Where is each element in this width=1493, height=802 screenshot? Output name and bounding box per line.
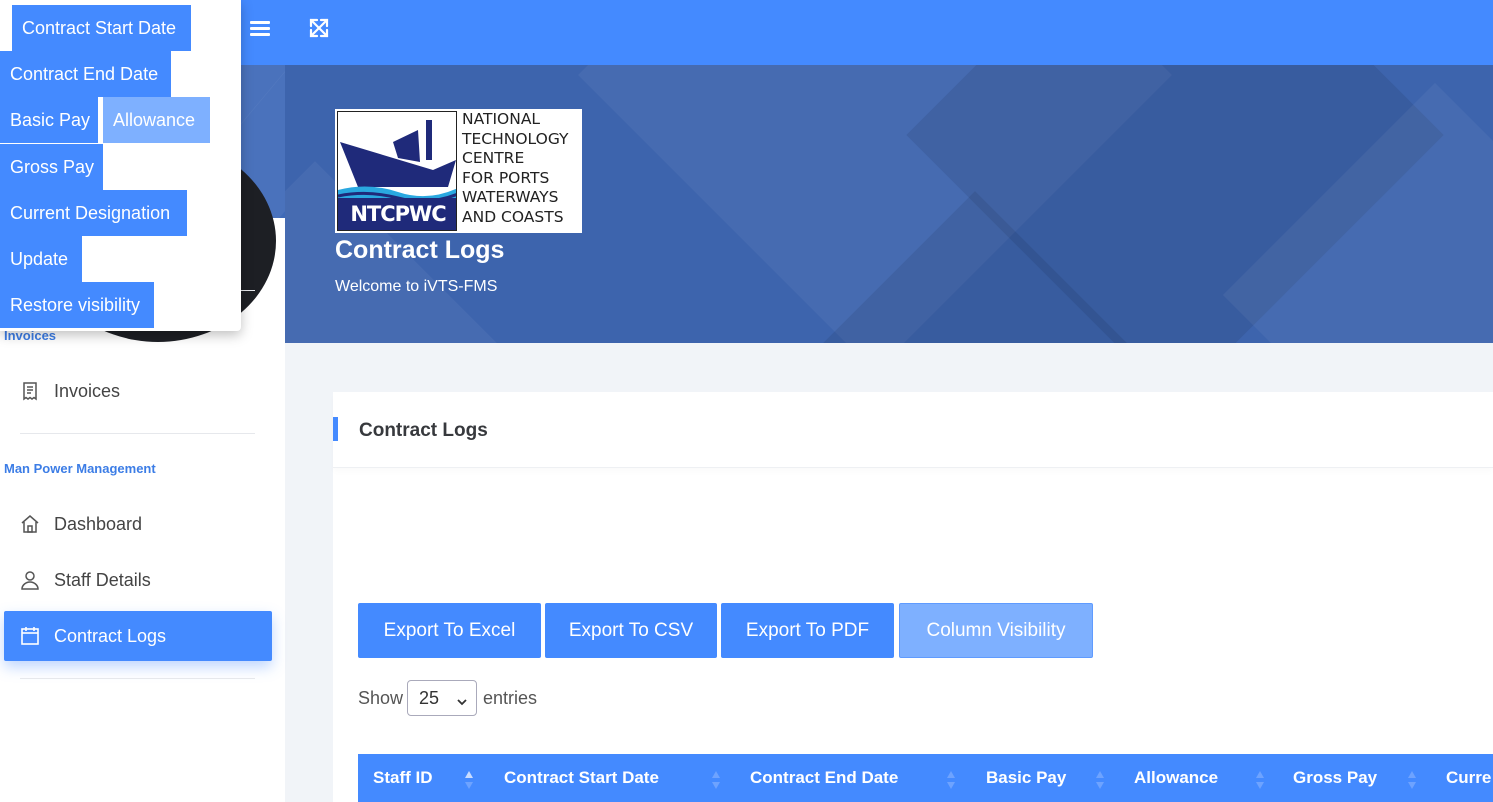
column-header-staff-id[interactable]: Staff ID xyxy=(373,754,433,802)
toggle-update[interactable]: Update xyxy=(0,236,82,282)
column-header-contract-start-date[interactable]: Contract Start Date xyxy=(504,754,659,802)
column-header-current-designation[interactable]: Curre xyxy=(1446,754,1491,802)
export-csv-button[interactable]: Export To CSV xyxy=(545,603,717,658)
sidebar-item-label: Staff Details xyxy=(54,569,151,590)
page-title: Contract Logs xyxy=(335,236,505,264)
entries-value: 25 xyxy=(419,687,440,708)
sort-icon[interactable] xyxy=(1256,770,1264,790)
entries-label: entries xyxy=(483,687,538,708)
calendar-icon xyxy=(20,626,40,646)
sidebar-item-invoices[interactable]: Invoices xyxy=(4,366,272,416)
sort-icon[interactable] xyxy=(947,770,955,790)
card-header: Contract Logs xyxy=(333,392,1493,468)
column-header-gross-pay[interactable]: Gross Pay xyxy=(1293,754,1377,802)
sidebar-item-contract-logs[interactable]: Contract Logs xyxy=(4,611,272,661)
sort-icon[interactable] xyxy=(712,770,720,790)
toggle-current-designation[interactable]: Current Designation xyxy=(0,190,187,236)
chevron-down-icon xyxy=(456,692,468,706)
toggle-contract-start-date[interactable]: Contract Start Date xyxy=(12,5,191,51)
home-icon xyxy=(20,514,40,534)
user-icon xyxy=(20,570,40,590)
sidebar-divider xyxy=(20,678,255,679)
contract-logs-card: Contract Logs Export To Excel Export To … xyxy=(333,392,1493,802)
toggle-basic-pay[interactable]: Basic Pay xyxy=(0,97,98,143)
column-visibility-button[interactable]: Column Visibility xyxy=(899,603,1093,658)
logo-abbreviation: NTCPWC xyxy=(338,198,456,230)
ship-emblem: NTCPWC xyxy=(337,111,457,231)
sidebar-item-label: Dashboard xyxy=(54,513,143,534)
sidebar-divider xyxy=(20,433,255,434)
page-subtitle: Welcome to iVTS-FMS xyxy=(335,278,498,295)
column-header-contract-end-date[interactable]: Contract End Date xyxy=(750,754,898,802)
sort-icon[interactable] xyxy=(1408,770,1416,790)
hamburger-icon[interactable] xyxy=(248,16,272,40)
page-banner: NTCPWC NATIONAL TECHNOLOGY CENTRE FOR PO… xyxy=(285,65,1493,343)
entries-length-control: Show 25 entries xyxy=(358,680,537,716)
show-label: Show xyxy=(358,687,404,708)
sort-icon[interactable] xyxy=(1096,770,1104,790)
toggle-allowance[interactable]: Allowance xyxy=(103,97,210,143)
column-header-basic-pay[interactable]: Basic Pay xyxy=(986,754,1066,802)
sidebar-item-staff-details[interactable]: Staff Details xyxy=(4,555,272,605)
restore-visibility-button[interactable]: Restore visibility xyxy=(0,282,154,328)
sort-icon[interactable] xyxy=(465,770,473,790)
sidebar-item-dashboard[interactable]: Dashboard xyxy=(4,499,272,549)
toggle-contract-end-date[interactable]: Contract End Date xyxy=(0,51,171,97)
ntcpwc-logo: NTCPWC NATIONAL TECHNOLOGY CENTRE FOR PO… xyxy=(335,109,582,233)
receipt-icon xyxy=(20,381,40,401)
sidebar-item-label: Invoices xyxy=(54,380,121,401)
expand-icon[interactable] xyxy=(307,16,331,40)
table-header: Staff ID Contract Start Date Contract En… xyxy=(358,754,1493,802)
logo-text: NATIONAL TECHNOLOGY CENTRE FOR PORTS WAT… xyxy=(462,110,569,226)
entries-select[interactable]: 25 xyxy=(407,680,478,716)
column-visibility-menu: Contract Start Date Contract End Date Ba… xyxy=(0,0,241,331)
card-accent xyxy=(333,417,338,441)
sidebar-item-label: Contract Logs xyxy=(54,625,167,646)
export-excel-button[interactable]: Export To Excel xyxy=(358,603,541,658)
card-title: Contract Logs xyxy=(359,420,488,441)
export-pdf-button[interactable]: Export To PDF xyxy=(721,603,894,658)
toggle-gross-pay[interactable]: Gross Pay xyxy=(0,144,103,190)
column-header-allowance[interactable]: Allowance xyxy=(1134,754,1218,802)
sidebar-section-manpower: Man Power Management xyxy=(4,461,156,476)
